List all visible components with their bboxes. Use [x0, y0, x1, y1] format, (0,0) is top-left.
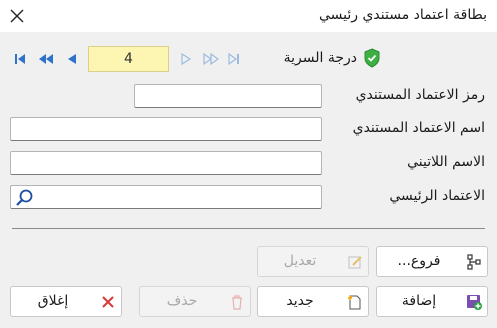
close-button[interactable]: إغلاق	[10, 286, 122, 317]
fast-back-button[interactable]	[34, 45, 58, 73]
fast-forward-icon	[203, 52, 219, 66]
previous-record-button[interactable]	[60, 45, 84, 73]
delete-button[interactable]: حذف	[139, 286, 251, 317]
secrecy-label: درجة السرية	[283, 50, 357, 66]
main-credit-input[interactable]	[10, 185, 322, 209]
previous-icon	[68, 54, 76, 64]
branches-label: فروع...	[397, 253, 441, 269]
next-record-button[interactable]	[174, 45, 198, 73]
save-add-icon	[465, 293, 483, 311]
red-x-icon	[99, 293, 117, 311]
credit-name-label: اسم الاعتماد المستندي	[352, 120, 485, 136]
new-button[interactable]: جديد	[257, 286, 369, 317]
window-title: بطاقة اعتماد مستندي رئيسي	[318, 7, 487, 23]
new-document-icon	[346, 293, 364, 311]
close-label: إغلاق	[37, 293, 69, 309]
close-icon	[10, 9, 24, 23]
delete-label: حذف	[166, 293, 198, 309]
window-close-button[interactable]	[6, 5, 28, 27]
edit-button[interactable]: تعديل	[257, 246, 369, 277]
latin-name-label: الاسم اللاتيني	[407, 154, 485, 170]
credit-name-input[interactable]	[10, 117, 322, 141]
tree-icon	[465, 253, 483, 271]
first-record-icon	[15, 54, 25, 64]
last-record-button[interactable]	[222, 45, 246, 73]
fast-back-icon	[39, 54, 53, 64]
fast-forward-button[interactable]	[199, 45, 223, 73]
add-label: إضافة	[401, 293, 437, 309]
record-number-field[interactable]: 4	[88, 46, 169, 72]
separator	[12, 228, 485, 229]
trash-icon	[228, 293, 246, 311]
add-button[interactable]: إضافة	[376, 286, 488, 317]
secrecy-level[interactable]: درجة السرية	[284, 48, 381, 68]
last-record-icon	[228, 52, 239, 66]
main-credit-label: الاعتماد الرئيسي	[389, 188, 485, 204]
latin-name-input[interactable]	[10, 151, 322, 175]
branches-button[interactable]: فروع...	[376, 246, 488, 277]
credit-code-input[interactable]	[134, 84, 322, 108]
credit-code-label: رمز الاعتماد المستندي	[355, 87, 485, 103]
search-icon	[16, 189, 33, 206]
title-bar: بطاقة اعتماد مستندي رئيسي	[0, 0, 497, 32]
new-label: جديد	[286, 293, 314, 309]
next-icon	[181, 52, 192, 66]
edit-icon	[346, 253, 364, 271]
shield-check-icon	[364, 48, 380, 68]
record-navigator: 4	[8, 45, 242, 73]
first-record-button[interactable]	[8, 45, 32, 73]
main-credit-search-button[interactable]	[14, 188, 34, 208]
edit-label: تعديل	[283, 253, 317, 269]
